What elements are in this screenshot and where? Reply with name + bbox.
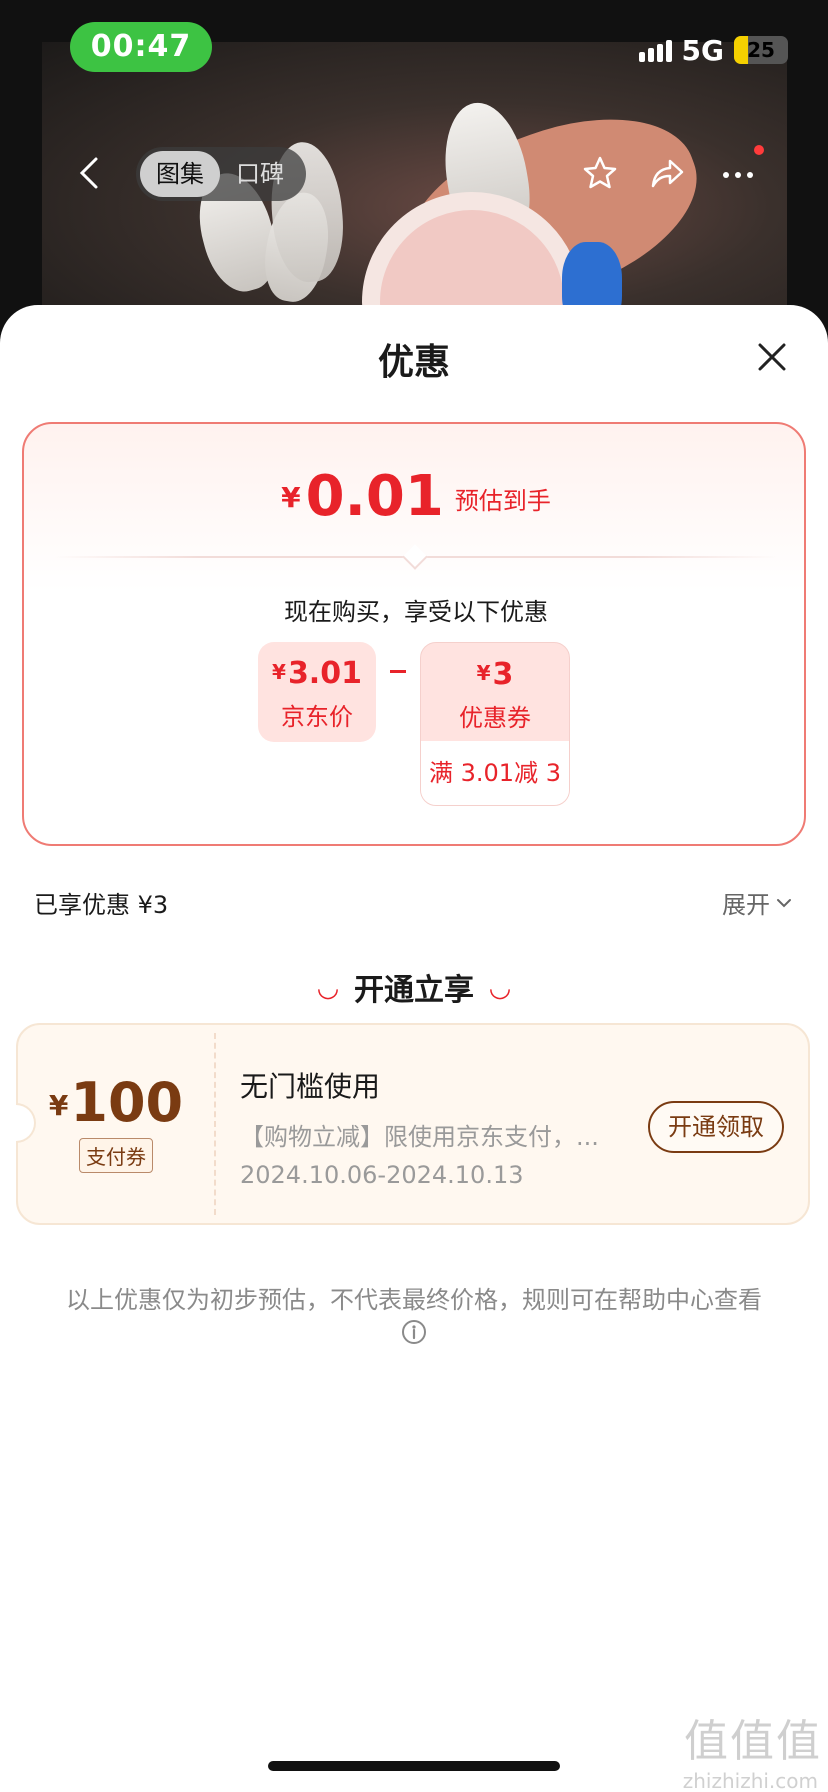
more-icon[interactable] bbox=[718, 145, 764, 193]
tab-gallery[interactable]: 图集 bbox=[140, 151, 220, 197]
coupon-type-tag: 支付券 bbox=[79, 1138, 153, 1173]
battery-icon: 25 bbox=[734, 36, 788, 64]
coupon-value: ¥100 支付券 bbox=[18, 1025, 214, 1223]
coupon-validity: 2024.10.06-2024.10.13 bbox=[240, 1161, 524, 1189]
status-indicators: 5G 25 bbox=[638, 30, 788, 70]
expand-button[interactable]: 展开 bbox=[722, 885, 794, 920]
section-title-text: 开通立享 bbox=[354, 973, 474, 1008]
coupon-title: 无门槛使用 bbox=[240, 1070, 381, 1103]
coupon-description: 【购物立减】限使用京东支付，... bbox=[240, 1123, 599, 1151]
tab-reviews[interactable]: 口碑 bbox=[220, 151, 300, 197]
currency-symbol: ¥ bbox=[476, 661, 491, 685]
network-type: 5G bbox=[681, 33, 724, 67]
coupon-amount: 100 bbox=[70, 1071, 184, 1134]
estimated-price: ¥ 0.01 预估到手 bbox=[24, 464, 808, 529]
coupon-discount-label: 优惠券 bbox=[459, 704, 531, 732]
watermark-logo: 值值值 bbox=[684, 1716, 822, 1767]
product-gallery: 00:47 5G 25 图集 口碑 bbox=[0, 0, 828, 340]
coupon-separator bbox=[214, 1033, 216, 1215]
activate-claim-button[interactable]: 开通领取 bbox=[648, 1101, 784, 1153]
estimated-amount: 0.01 bbox=[305, 464, 444, 529]
share-icon[interactable] bbox=[648, 153, 688, 193]
disclaimer-text: 以上优惠仅为初步预估，不代表最终价格，规则可在帮助中心查看 bbox=[66, 1286, 762, 1314]
estimated-label: 预估到手 bbox=[454, 487, 551, 515]
currency-symbol: ¥ bbox=[272, 660, 286, 684]
currency-symbol: ¥ bbox=[48, 1089, 69, 1122]
summary-subtitle: 现在购买，享受以下优惠 bbox=[284, 598, 548, 626]
minus-sign bbox=[390, 670, 406, 673]
jd-price-amount: 3.01 bbox=[287, 656, 362, 691]
divider-notch bbox=[402, 544, 428, 570]
top-nav: 图集 口碑 bbox=[0, 145, 828, 201]
jd-price-label: 京东价 bbox=[281, 703, 353, 731]
close-icon[interactable] bbox=[752, 337, 792, 377]
discount-sheet: 优惠 ¥ 0.01 预估到手 现在购买，享受以下优惠 ¥3.01 京东价 ¥3 … bbox=[0, 305, 828, 1792]
watermark-url: zhizhizhi.com bbox=[682, 1769, 818, 1792]
star-icon[interactable] bbox=[580, 153, 620, 193]
coupon-discount-chip: ¥3 优惠券 满 3.01减 3 bbox=[420, 642, 570, 806]
info-icon[interactable] bbox=[401, 1319, 427, 1345]
chevron-down-icon bbox=[777, 898, 791, 907]
battery-level: 25 bbox=[747, 38, 775, 62]
expand-label: 展开 bbox=[722, 891, 770, 919]
coupon-discount-amount: 3 bbox=[492, 657, 514, 692]
signal-icon bbox=[638, 38, 672, 62]
membership-section-title: ◡ 开通立享 ◡ bbox=[0, 965, 828, 1009]
payment-coupon-card: ¥100 支付券 无门槛使用 【购物立减】限使用京东支付，... 2024.10… bbox=[16, 1023, 810, 1225]
sheet-title: 优惠 bbox=[377, 342, 450, 383]
back-icon[interactable] bbox=[72, 153, 108, 193]
price-summary-card: ¥ 0.01 预估到手 现在购买，享受以下优惠 ¥3.01 京东价 ¥3 优惠券… bbox=[22, 422, 806, 846]
enjoyed-discount: 已享优惠 ¥3 bbox=[34, 891, 169, 919]
smile-left-icon: ◡ bbox=[318, 973, 338, 1003]
status-time: 00:47 bbox=[70, 22, 212, 72]
gallery-tabs: 图集 口碑 bbox=[136, 147, 306, 201]
jd-price-chip: ¥3.01 京东价 bbox=[258, 642, 376, 742]
smile-right-icon: ◡ bbox=[490, 973, 510, 1003]
currency-symbol: ¥ bbox=[281, 481, 301, 514]
coupon-condition: 满 3.01减 3 bbox=[421, 741, 569, 805]
home-indicator[interactable] bbox=[268, 1761, 560, 1771]
notification-dot bbox=[754, 145, 764, 155]
